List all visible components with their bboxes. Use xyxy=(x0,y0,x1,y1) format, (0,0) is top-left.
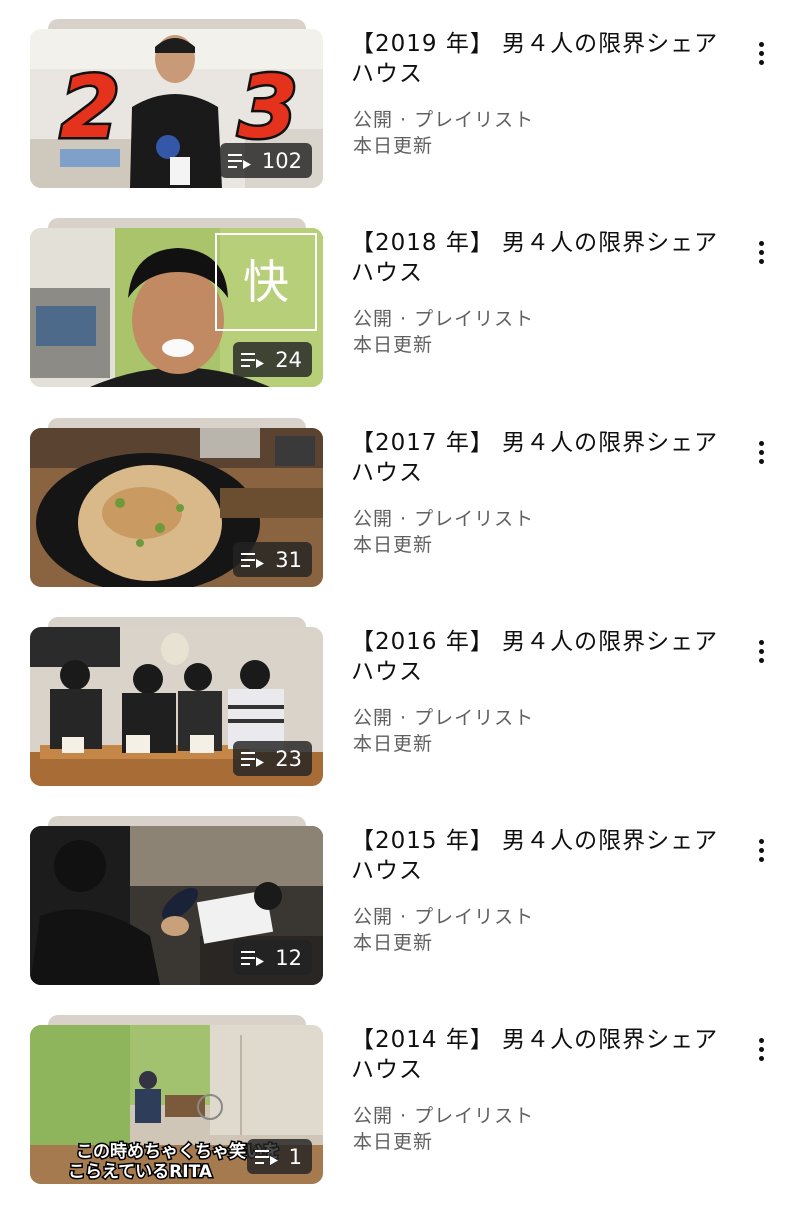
playlist-item[interactable]: 23 【2016 年】 男４人の限界シェアハウス 公開 · プレイリスト 本日更… xyxy=(0,617,791,817)
video-count: 24 xyxy=(275,347,302,372)
video-count: 12 xyxy=(275,945,302,970)
playlist-item[interactable]: この時めちゃくちゃ笑いを こらえているRITA 1 【2014 年】 男４人の限… xyxy=(0,1015,791,1215)
video-count-badge: 23 xyxy=(233,741,312,776)
playlist-item[interactable]: 31 【2017 年】 男４人の限界シェアハウス 公開 · プレイリスト 本日更… xyxy=(0,418,791,618)
more-vert-icon[interactable] xyxy=(748,830,774,870)
playlist-title[interactable]: 【2016 年】 男４人の限界シェアハウス xyxy=(351,627,741,687)
playlist-visibility: 公開 · プレイリスト xyxy=(353,109,535,131)
more-vert-icon[interactable] xyxy=(748,432,774,472)
playlist-thumbnail[interactable]: 31 xyxy=(30,428,323,587)
playlist-updated: 本日更新 xyxy=(353,534,434,556)
playlist-title[interactable]: 【2017 年】 男４人の限界シェアハウス xyxy=(351,428,741,488)
playlist-icon xyxy=(241,751,265,767)
more-vert-icon[interactable] xyxy=(748,631,774,671)
video-count: 31 xyxy=(275,547,302,572)
video-count: 1 xyxy=(288,1144,302,1169)
more-vert-icon[interactable] xyxy=(748,1029,774,1069)
video-count-badge: 102 xyxy=(219,143,312,178)
thumbnail-caption-line2: こらえているRITA xyxy=(68,1162,213,1182)
playlist-visibility: 公開 · プレイリスト xyxy=(353,707,535,729)
more-vert-icon[interactable] xyxy=(748,232,774,272)
playlist-icon xyxy=(241,950,265,966)
playlist-updated: 本日更新 xyxy=(353,1131,434,1153)
playlist-title[interactable]: 【2014 年】 男４人の限界シェアハウス xyxy=(351,1025,741,1085)
playlist-item[interactable]: 2 3 102 【2019 年】 男４人の限界シェアハウス 公開 · プレイリス… xyxy=(0,19,791,219)
playlist-thumbnail[interactable]: 快 24 xyxy=(30,228,323,387)
video-count: 102 xyxy=(261,148,302,173)
video-count: 23 xyxy=(275,746,302,771)
playlist-updated: 本日更新 xyxy=(353,135,434,157)
playlist-item[interactable]: 快 24 【2018 年】 男４人の限界シェアハウス 公開 · プレイリスト 本… xyxy=(0,218,791,418)
playlist-icon xyxy=(227,153,251,169)
video-count-badge: 1 xyxy=(246,1139,312,1174)
playlist-thumbnail[interactable]: 23 xyxy=(30,627,323,786)
playlist-icon xyxy=(241,552,265,568)
playlist-item[interactable]: 12 【2015 年】 男４人の限界シェアハウス 公開 · プレイリスト 本日更… xyxy=(0,816,791,1016)
playlist-title[interactable]: 【2019 年】 男４人の限界シェアハウス xyxy=(351,29,741,89)
playlist-title[interactable]: 【2018 年】 男４人の限界シェアハウス xyxy=(351,228,741,288)
playlist-thumbnail[interactable]: 2 3 102 xyxy=(30,29,323,188)
playlist-visibility: 公開 · プレイリスト xyxy=(353,308,535,330)
thumbnail-kanji: 快 xyxy=(243,255,289,309)
playlist-visibility: 公開 · プレイリスト xyxy=(353,508,535,530)
playlist-thumbnail[interactable]: 12 xyxy=(30,826,323,985)
playlist-updated: 本日更新 xyxy=(353,733,434,755)
playlist-visibility: 公開 · プレイリスト xyxy=(353,906,535,928)
playlist-updated: 本日更新 xyxy=(353,932,434,954)
playlist-thumbnail[interactable]: この時めちゃくちゃ笑いを こらえているRITA 1 xyxy=(30,1025,323,1184)
video-count-badge: 12 xyxy=(233,940,312,975)
playlist-title[interactable]: 【2015 年】 男４人の限界シェアハウス xyxy=(351,826,741,886)
playlist-icon xyxy=(241,352,265,368)
thumbnail-number-left: 2 xyxy=(60,58,120,158)
more-vert-icon[interactable] xyxy=(748,33,774,73)
playlist-visibility: 公開 · プレイリスト xyxy=(353,1105,535,1127)
video-count-badge: 24 xyxy=(233,342,312,377)
playlist-updated: 本日更新 xyxy=(353,334,434,356)
playlist-icon xyxy=(254,1149,278,1165)
video-count-badge: 31 xyxy=(233,542,312,577)
